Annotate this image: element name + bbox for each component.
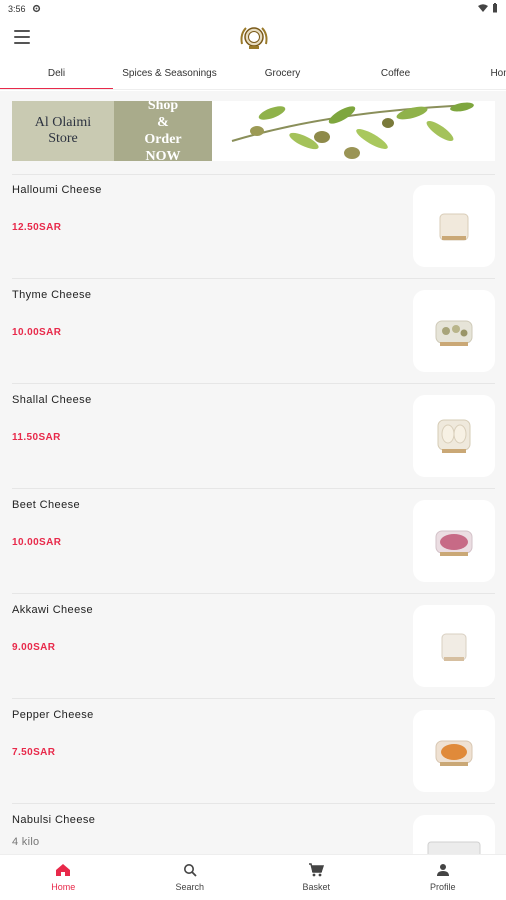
product-price: 10.00SAR: [12, 327, 62, 338]
product-name: Thyme Cheese: [12, 289, 92, 301]
nav-basket-label: Basket: [302, 882, 330, 892]
product-name: Pepper Cheese: [12, 709, 94, 721]
olive-branch-image: [212, 101, 495, 161]
product-list[interactable]: Al Olaimi Store Shop & Order NOW Halloum…: [0, 91, 506, 854]
cart-icon: [308, 863, 325, 879]
banner-cta-text: Shop & Order NOW: [144, 101, 182, 161]
akkawi-cheese-image[interactable]: [413, 605, 495, 687]
halloumi-cheese-image[interactable]: [413, 185, 495, 267]
menu-icon[interactable]: [14, 30, 30, 44]
product-name: Nabulsi Cheese: [12, 814, 96, 826]
pepper-cheese-image[interactable]: [413, 710, 495, 792]
product-name: Halloumi Cheese: [12, 184, 102, 196]
list-item[interactable]: Nabulsi Cheese 4 kilo: [12, 804, 495, 854]
app-bar: [0, 18, 506, 58]
product-name: Beet Cheese: [12, 499, 80, 511]
nav-profile[interactable]: Profile: [380, 855, 506, 900]
nav-search-label: Search: [175, 882, 205, 892]
tab-deli[interactable]: Deli: [0, 60, 113, 89]
product-name: Shallal Cheese: [12, 394, 92, 406]
status-time: 3:56: [8, 4, 26, 14]
nav-search[interactable]: Search: [127, 855, 254, 900]
banner-cta-panel: Shop & Order NOW: [114, 101, 212, 161]
settings-gear-icon: [32, 4, 41, 15]
battery-icon: [492, 3, 498, 15]
product-price: 10.00SAR: [12, 537, 62, 548]
shallal-cheese-image[interactable]: [413, 395, 495, 477]
product-subtitle: 4 kilo: [12, 836, 40, 848]
store-logo: [238, 24, 270, 52]
banner-store-name: Al Olaimi Store: [34, 115, 92, 146]
tab-grocery[interactable]: Grocery: [226, 60, 339, 89]
promo-banner[interactable]: Al Olaimi Store Shop & Order NOW: [12, 101, 495, 161]
product-price: 12.50SAR: [12, 222, 62, 233]
list-item[interactable]: Pepper Cheese 7.50SAR: [12, 699, 495, 804]
tab-spices-seasonings[interactable]: Spices & Seasonings: [113, 60, 226, 89]
nav-home[interactable]: Home: [0, 855, 127, 900]
list-item[interactable]: Shallal Cheese 11.50SAR: [12, 384, 495, 489]
search-icon: [183, 863, 197, 879]
product-name: Akkawi Cheese: [12, 604, 94, 616]
home-icon: [55, 863, 71, 879]
product-price: 7.50SAR: [12, 747, 56, 758]
nav-home-label: Home: [51, 882, 76, 892]
person-icon: [436, 863, 450, 879]
banner-store-panel: Al Olaimi Store: [12, 101, 114, 161]
list-item[interactable]: Beet Cheese 10.00SAR: [12, 489, 495, 594]
thyme-cheese-image[interactable]: [413, 290, 495, 372]
category-tabs: Deli Spices & Seasonings Grocery Coffee …: [0, 60, 506, 90]
beet-cheese-image[interactable]: [413, 500, 495, 582]
bottom-navigation: Home Search Basket Profile: [0, 854, 506, 900]
list-item[interactable]: Halloumi Cheese 12.50SAR: [12, 174, 495, 279]
nav-profile-label: Profile: [429, 882, 456, 892]
product-price: 9.00SAR: [12, 642, 56, 653]
wifi-icon: [478, 3, 488, 15]
tab-home[interactable]: Home E: [452, 60, 506, 89]
nav-basket[interactable]: Basket: [253, 855, 380, 900]
product-price: 11.50SAR: [12, 432, 61, 443]
status-bar: 3:56: [0, 0, 506, 18]
list-item[interactable]: Akkawi Cheese 9.00SAR: [12, 594, 495, 699]
tab-coffee[interactable]: Coffee: [339, 60, 452, 89]
nabulsi-cheese-image[interactable]: [413, 815, 495, 854]
list-item[interactable]: Thyme Cheese 10.00SAR: [12, 279, 495, 384]
